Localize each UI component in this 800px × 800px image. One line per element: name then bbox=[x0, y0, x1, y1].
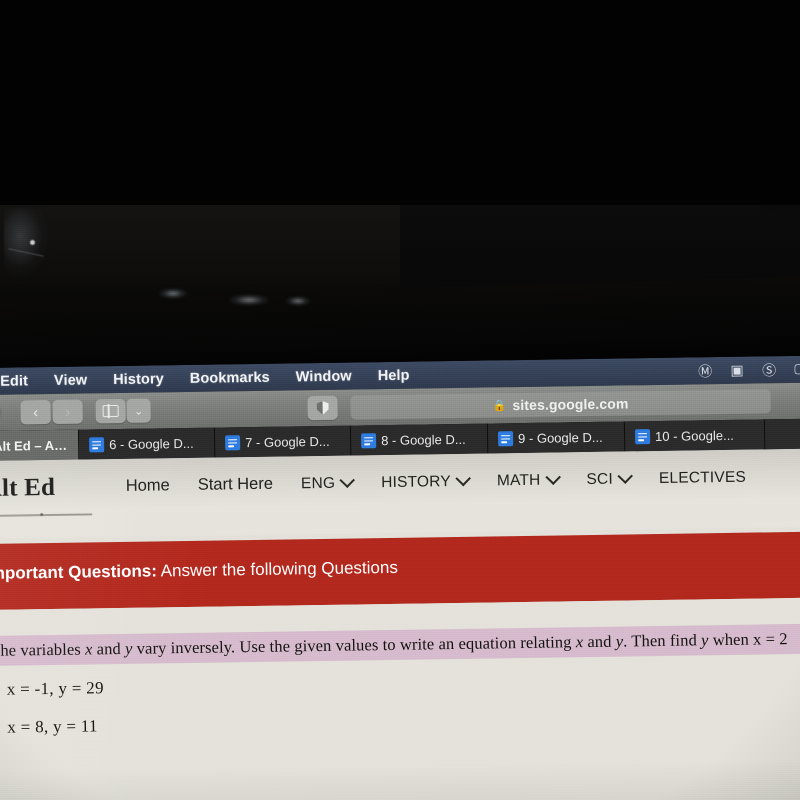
banner-text: Important Questions: Answer the followin… bbox=[0, 558, 398, 584]
prompt-part: and bbox=[583, 631, 616, 652]
menu-item-bookmarks[interactable]: Bookmarks bbox=[190, 369, 270, 386]
nav-item-home[interactable]: Home bbox=[112, 472, 184, 500]
question-body: The variables x and y vary inversely. Us… bbox=[0, 597, 800, 800]
question-text: x = -1, y = 29 bbox=[6, 678, 104, 699]
nav-item-label: ELECTIVES bbox=[658, 468, 747, 487]
tab-label: Alt Ed – Al... bbox=[0, 437, 69, 454]
sidebar-icon bbox=[102, 404, 119, 418]
google-docs-icon bbox=[497, 430, 514, 446]
sidebar-toggle-button[interactable] bbox=[95, 398, 126, 424]
chevron-down-icon: ⌄ bbox=[133, 405, 144, 418]
banner-bold-label: Important Questions: bbox=[0, 561, 158, 583]
site-nav-items: Home Start Here ENG HISTORY MATH SCI ELE… bbox=[112, 463, 761, 500]
screen-reflection-object bbox=[4, 208, 50, 280]
shazam-icon[interactable]: Ⓢ bbox=[760, 361, 778, 379]
browser-tab-alt-ed[interactable]: Alt Ed – Al... bbox=[0, 429, 80, 461]
important-questions-banner: Important Questions: Answer the followin… bbox=[0, 531, 800, 611]
tab-label: 8 - Google D... bbox=[381, 431, 466, 448]
screen-reflection-highlight bbox=[30, 240, 35, 245]
display-icon[interactable]: 🖵 bbox=[792, 360, 800, 378]
nav-item-sci[interactable]: SCI bbox=[572, 466, 645, 493]
site-title-underline bbox=[0, 513, 93, 517]
nav-item-label: ENG bbox=[300, 474, 336, 492]
photo-of-laptop-screen: Edit View History Bookmarks Window Help … bbox=[0, 0, 800, 800]
browser-tab-9[interactable]: 9 - Google D... bbox=[487, 421, 626, 454]
tab-label: 10 - Google... bbox=[654, 427, 734, 444]
sidebar-dropdown-button[interactable]: ⌄ bbox=[126, 398, 151, 423]
light-glint bbox=[158, 288, 188, 299]
nav-item-math[interactable]: MATH bbox=[483, 467, 573, 494]
menu-bar-extras: Ⓜ ▣ Ⓢ 🖵 bbox=[696, 356, 800, 385]
browser-tab-7[interactable]: 7 - Google D... bbox=[214, 425, 352, 458]
light-glint bbox=[228, 294, 270, 306]
laptop-screen: Edit View History Bookmarks Window Help … bbox=[0, 355, 800, 800]
google-docs-icon bbox=[225, 434, 241, 450]
lock-icon: 🔒 bbox=[492, 399, 507, 412]
menu-item-edit[interactable]: Edit bbox=[0, 373, 28, 389]
menu-item-view[interactable]: View bbox=[54, 372, 87, 388]
web-page-content: Alt Ed Home Start Here ENG HISTORY MATH … bbox=[0, 448, 800, 800]
malwarebytes-icon[interactable]: Ⓜ bbox=[696, 362, 714, 380]
prompt-part: vary inversely. Use the given values to … bbox=[132, 632, 576, 658]
question-item-2: 2.x = 8, y = 11 bbox=[0, 716, 98, 738]
prompt-part: The variables bbox=[0, 639, 81, 660]
google-docs-icon bbox=[634, 428, 651, 444]
prompt-part: when x = 2 bbox=[708, 629, 788, 650]
menu-item-window[interactable]: Window bbox=[296, 368, 352, 385]
tab-label: 7 - Google D... bbox=[245, 433, 330, 450]
chevron-down-icon bbox=[339, 472, 356, 489]
back-button[interactable]: ‹ bbox=[20, 399, 51, 425]
chevron-down-icon bbox=[545, 469, 561, 485]
highlighted-prompt: The variables x and y vary inversely. Us… bbox=[0, 623, 800, 667]
banner-rest-label: Answer the following Questions bbox=[156, 557, 399, 581]
nav-item-electives[interactable]: ELECTIVES bbox=[645, 464, 760, 492]
nav-item-label: Start Here bbox=[197, 474, 274, 494]
browser-tab-8[interactable]: 8 - Google D... bbox=[350, 423, 489, 456]
menu-item-help[interactable]: Help bbox=[378, 367, 410, 383]
address-bar-url: sites.google.com bbox=[512, 395, 629, 414]
nav-item-label: Home bbox=[125, 476, 170, 495]
nav-item-history[interactable]: HISTORY bbox=[367, 468, 483, 496]
privacy-report-button[interactable] bbox=[307, 395, 338, 421]
light-glint bbox=[285, 296, 311, 306]
shield-icon bbox=[317, 401, 329, 415]
nav-item-label: HISTORY bbox=[381, 472, 452, 491]
tab-label: 9 - Google D... bbox=[517, 429, 603, 446]
forward-button[interactable]: › bbox=[52, 399, 83, 424]
nav-item-eng[interactable]: ENG bbox=[287, 470, 368, 497]
question-text: x = 8, y = 11 bbox=[7, 716, 98, 737]
browser-tab-10[interactable]: 10 - Google... bbox=[624, 419, 766, 452]
site-navigation-bar: Alt Ed Home Start Here ENG HISTORY MATH … bbox=[0, 448, 800, 539]
browser-tab-6[interactable]: 6 - Google D... bbox=[78, 427, 216, 460]
prompt-part: and bbox=[92, 638, 126, 659]
screen-recording-icon[interactable]: ▣ bbox=[728, 361, 746, 379]
address-bar[interactable]: 🔒 sites.google.com bbox=[350, 389, 771, 420]
chevron-right-icon: › bbox=[65, 403, 71, 421]
chevron-left-icon: ‹ bbox=[33, 403, 39, 421]
tab-label: 6 - Google D... bbox=[109, 435, 194, 452]
nav-item-start-here[interactable]: Start Here bbox=[184, 470, 288, 499]
prompt-text: The variables x and y vary inversely. Us… bbox=[0, 629, 788, 661]
nav-item-label: MATH bbox=[496, 471, 541, 489]
ambient-dark-background bbox=[0, 0, 800, 215]
question-item-1: 1.x = -1, y = 29 bbox=[0, 678, 104, 700]
menu-item-history[interactable]: History bbox=[113, 371, 164, 388]
site-title[interactable]: Alt Ed bbox=[0, 474, 55, 503]
nav-item-label: SCI bbox=[586, 470, 614, 488]
chevron-down-icon bbox=[455, 470, 472, 487]
prompt-part: . Then find bbox=[623, 630, 702, 651]
google-docs-icon bbox=[361, 432, 377, 448]
chevron-down-icon bbox=[617, 468, 634, 484]
google-docs-icon bbox=[89, 436, 105, 452]
